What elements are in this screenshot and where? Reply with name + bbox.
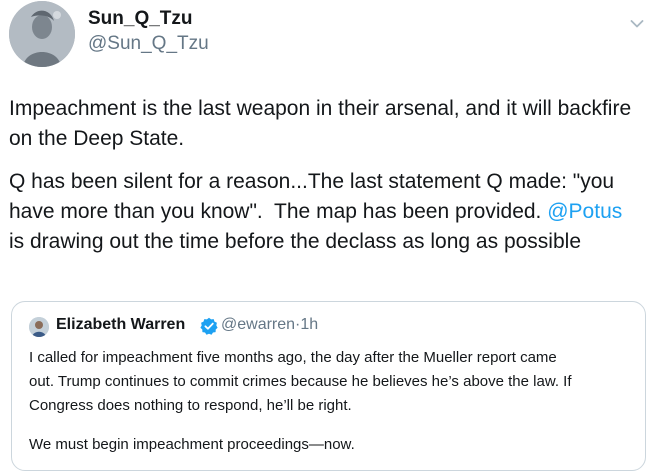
tweet-text-line: Q has been silent for a reason...The las…	[9, 170, 615, 193]
author-avatar[interactable]	[9, 1, 75, 67]
tweet-text-line: Impeachment is the last weapon in their …	[9, 97, 632, 120]
tweet-text-line: is drawing out the time before the decla…	[9, 230, 581, 253]
tweet-text-line: have more than you know". The map has be…	[9, 197, 645, 227]
quoted-paragraph-1: I called for impeachment five months ago…	[29, 346, 629, 418]
quoted-author-handle: @ewarren	[221, 316, 296, 333]
chevron-down-icon[interactable]	[630, 16, 644, 28]
verified-badge-icon	[200, 317, 218, 335]
tweet-text-line: on the Deep State.	[9, 127, 185, 150]
quoted-timestamp: 1h	[300, 316, 319, 333]
author-handle[interactable]: @Sun_Q_Tzu	[88, 33, 209, 55]
quoted-text-line: Congress does nothing to respond, he’ll …	[29, 397, 352, 414]
tweet-text-segment: have more than you know". The map has be…	[9, 200, 548, 223]
quoted-tweet-card[interactable]: Elizabeth Warren @ewarren·1h I called fo…	[11, 301, 646, 471]
quoted-text-line: out. Trump continues to commit crimes be…	[29, 373, 572, 390]
tweet-paragraph-2: Q has been silent for a reason...The las…	[9, 167, 645, 257]
quoted-author-avatar	[29, 317, 49, 337]
tweet-card: Sun_Q_Tzu @Sun_Q_Tzu Impeachment is the …	[0, 0, 652, 473]
mention-link-potus[interactable]: @Potus	[547, 200, 622, 223]
quoted-text-line: I called for impeachment five months ago…	[29, 349, 557, 366]
tweet-paragraph-1: Impeachment is the last weapon in their …	[9, 94, 645, 154]
avatar-image	[9, 1, 75, 67]
quoted-meta: @ewarren·1h	[221, 316, 318, 334]
quoted-paragraph-2: We must begin impeachment proceedings—no…	[29, 436, 355, 453]
author-display-name[interactable]: Sun_Q_Tzu	[88, 8, 193, 30]
quoted-author-name: Elizabeth Warren	[56, 316, 186, 333]
